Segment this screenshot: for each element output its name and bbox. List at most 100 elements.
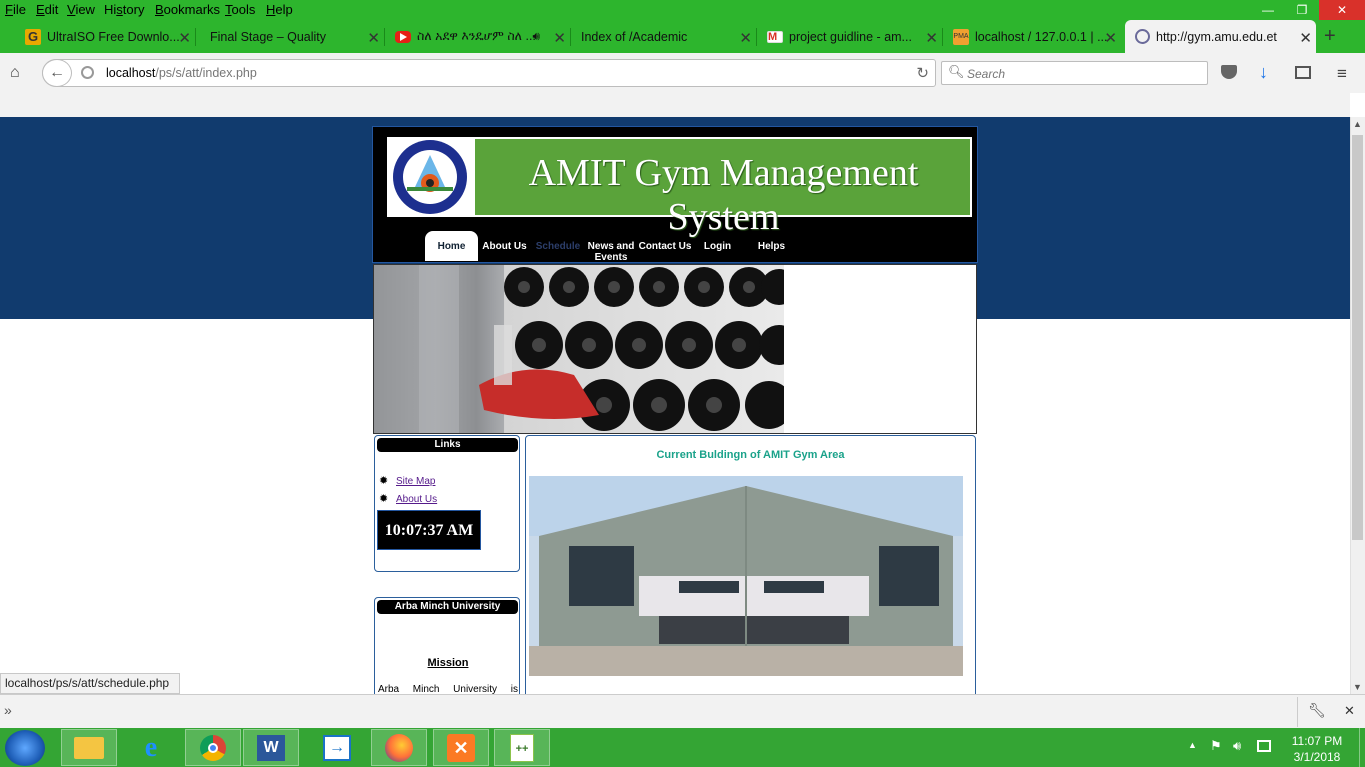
site-info-icon[interactable]: [81, 66, 94, 79]
scroll-up-icon[interactable]: ▲: [1353, 119, 1362, 129]
clock-date: 3/1/2018: [1293, 750, 1341, 764]
close-bar-icon[interactable]: ✕: [1344, 703, 1355, 719]
nav-contact-us[interactable]: Contact Us: [638, 241, 692, 252]
chrome-icon: [200, 734, 226, 761]
nav-news-events[interactable]: News and Events: [586, 241, 636, 263]
action-center-flag-icon[interactable]: ⚑: [1210, 738, 1222, 754]
bullet-icon: ✹: [379, 475, 389, 487]
clock-time: 11:07 PM: [1291, 734, 1343, 748]
status-link-preview: localhost/ps/s/att/schedule.php: [0, 673, 180, 694]
start-button[interactable]: [5, 730, 45, 766]
menu-help[interactable]: Help: [266, 2, 293, 17]
nav-login[interactable]: Login: [700, 241, 735, 252]
taskbar-xampp[interactable]: ✕: [433, 729, 489, 766]
home-icon[interactable]: ⌂: [10, 64, 20, 82]
internet-explorer-icon: e: [144, 731, 158, 763]
new-tab-icon[interactable]: +: [1324, 25, 1336, 48]
tab-title: Index of /Academic: [581, 29, 688, 44]
clock-display: 10:07:37 AM: [377, 510, 481, 550]
nav-home[interactable]: Home: [425, 241, 478, 252]
nav-helps[interactable]: Helps: [754, 241, 789, 252]
system-clock[interactable]: 11:07 PM 3/1/2018: [1283, 733, 1351, 765]
speaker-icon[interactable]: 🔊︎: [532, 29, 540, 44]
taskbar-internet-explorer[interactable]: e: [123, 729, 179, 766]
menu-history[interactable]: History: [104, 2, 144, 17]
bottom-toolbar: » 🔧︎ ✕: [0, 694, 1365, 728]
youtube-icon: [395, 30, 411, 43]
tab-ultraiso[interactable]: G UltraISO Free Downlo... ✕: [15, 20, 195, 53]
nav-about-us[interactable]: About Us: [482, 241, 527, 252]
url-bar[interactable]: ← localhost/ps/s/att/index.php ↻: [42, 59, 936, 87]
university-logo: [387, 137, 473, 217]
tab-final-stage[interactable]: Final Stage – Quality ✕: [196, 20, 384, 53]
tab-youtube[interactable]: ስለ አደዋ እንዴሆም ስለ ... 🔊︎ ✕: [385, 20, 570, 53]
links-panel: Links ✹ Site Map ✹ About Us 10:07:37 AM: [374, 435, 520, 572]
notepad-plus-icon: ++: [510, 733, 534, 762]
tab-title: UltraISO Free Downlo...: [47, 29, 180, 44]
tab-phpmyadmin[interactable]: PMA localhost / 127.0.0.1 | ... ✕: [943, 20, 1121, 53]
url-path: /ps/s/att/index.php: [155, 66, 257, 80]
tab-gmail[interactable]: M project guidline - am... ✕: [757, 20, 942, 53]
taskbar-word[interactable]: W: [243, 729, 299, 766]
phpmyadmin-icon: PMA: [953, 28, 969, 45]
restore-icon[interactable]: ❐: [1285, 0, 1319, 20]
menu-edit[interactable]: Edit: [36, 2, 58, 17]
word-icon: W: [257, 734, 285, 761]
reload-icon[interactable]: ↻: [916, 64, 929, 82]
tab-index-academic[interactable]: Index of /Academic ✕: [571, 20, 756, 53]
ultraiso-icon: G: [25, 28, 41, 45]
search-bar[interactable]: 🔍︎ Search: [941, 61, 1208, 85]
main-content-panel: Current Buldingn of AMIT Gym Area: [525, 435, 976, 705]
taskbar-chrome[interactable]: [185, 729, 241, 766]
show-desktop-button[interactable]: [1359, 728, 1365, 767]
tab-close-icon[interactable]: ✕: [925, 29, 938, 47]
back-icon[interactable]: ←: [42, 59, 72, 87]
tab-close-icon[interactable]: ✕: [367, 29, 380, 47]
toolbar-spacer: [0, 93, 1350, 117]
taskbar-remote-app[interactable]: →: [309, 729, 365, 766]
taskbar-notepad-plus[interactable]: ++: [494, 729, 550, 766]
dumbbell-rack-image: [374, 265, 784, 433]
gym-building-photo: [529, 476, 963, 676]
remote-app-icon: →: [323, 734, 351, 761]
menu-bar: File Edit View History Bookmarks Tools H…: [0, 0, 1365, 20]
mission-heading: Mission: [427, 657, 469, 669]
menu-view[interactable]: View: [67, 2, 95, 17]
scrollbar-thumb[interactable]: [1352, 135, 1363, 540]
expand-icon[interactable]: »: [4, 702, 12, 718]
menu-tools[interactable]: Tools: [225, 2, 255, 17]
sidebar-toggle-icon[interactable]: [1295, 66, 1311, 79]
link-site-map[interactable]: Site Map: [396, 476, 435, 487]
show-hidden-icons[interactable]: ▲: [1188, 740, 1197, 750]
site-title: AMIT Gym Management System: [528, 152, 919, 238]
tab-bar: G UltraISO Free Downlo... ✕ Final Stage …: [0, 20, 1365, 53]
links-heading: Links: [377, 438, 518, 452]
main-heading: Current Buldingn of AMIT Gym Area: [656, 449, 845, 461]
taskbar-firefox[interactable]: [371, 729, 427, 766]
hero-image-panel: [373, 264, 977, 434]
tab-gym-active[interactable]: http://gym.amu.edu.et ✕: [1125, 20, 1316, 53]
tab-close-icon[interactable]: ✕: [1299, 29, 1312, 47]
tab-close-icon[interactable]: ✕: [1104, 29, 1117, 47]
hamburger-menu-icon[interactable]: ≡: [1337, 64, 1347, 84]
volume-icon[interactable]: 🔊︎: [1233, 738, 1241, 754]
download-icon[interactable]: ↓: [1259, 62, 1268, 83]
nav-schedule[interactable]: Schedule: [535, 241, 581, 252]
bullet-icon: ✹: [379, 493, 389, 505]
tab-title: http://gym.amu.edu.et: [1156, 29, 1277, 44]
minimize-icon[interactable]: —: [1251, 0, 1285, 20]
taskbar-file-explorer[interactable]: [61, 729, 117, 766]
close-window-icon[interactable]: ✕: [1319, 0, 1365, 20]
menu-file[interactable]: File: [5, 2, 26, 17]
scroll-down-icon[interactable]: ▼: [1353, 682, 1362, 692]
tab-close-icon[interactable]: ✕: [178, 29, 191, 47]
link-about-us[interactable]: About Us: [396, 494, 437, 505]
menu-bookmarks[interactable]: Bookmarks: [155, 2, 220, 17]
window-controls: — ❐ ✕: [1251, 0, 1365, 20]
wrench-icon[interactable]: 🔧︎: [1308, 702, 1326, 719]
tab-close-icon[interactable]: ✕: [553, 29, 566, 47]
gmail-icon: M: [767, 30, 783, 43]
network-icon[interactable]: [1257, 740, 1271, 752]
tab-close-icon[interactable]: ✕: [739, 29, 752, 47]
url-host: localhost: [106, 66, 156, 80]
